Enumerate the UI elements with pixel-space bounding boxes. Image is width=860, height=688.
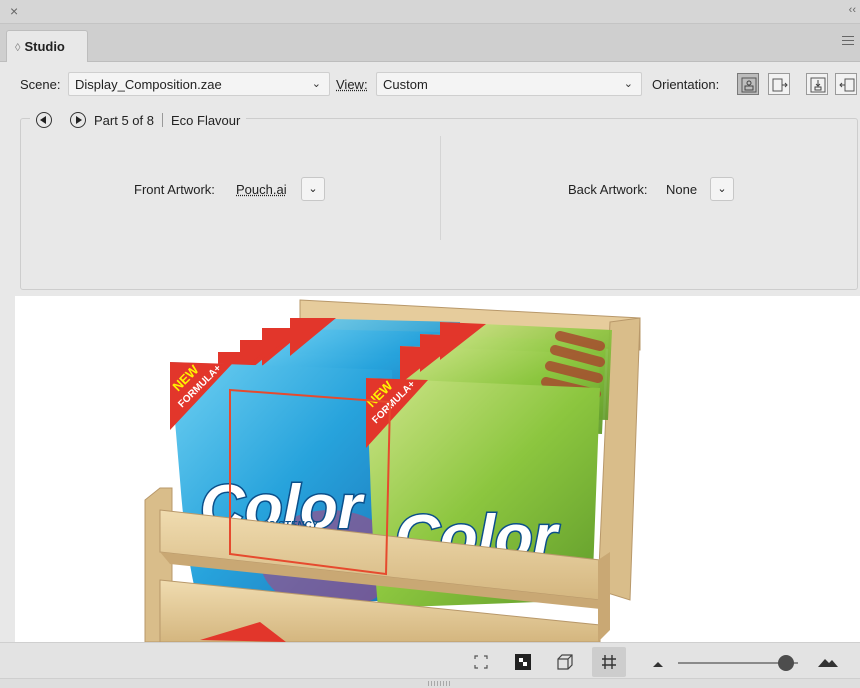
previous-icon[interactable] — [36, 112, 52, 128]
zoom-out-icon[interactable] — [651, 657, 665, 672]
back-artwork-dropdown[interactable]: ⌄ — [710, 177, 734, 201]
panel-titlebar: × ‹‹ — [0, 0, 860, 24]
display-render: NEW FORMULA+ Color CONSISTENCY NEW FORMU… — [144, 299, 641, 642]
part-name: Eco Flavour — [170, 112, 241, 128]
back-artwork-label: Back Artwork: — [568, 182, 648, 197]
panel-menu-icon[interactable] — [842, 36, 854, 46]
close-icon[interactable]: × — [10, 3, 18, 19]
collapse-icon[interactable]: ‹‹ — [849, 4, 856, 16]
front-artwork-value[interactable]: Pouch.ai — [236, 182, 287, 197]
next-icon[interactable] — [70, 112, 86, 128]
view-select[interactable]: Custom ⌄ — [376, 72, 642, 96]
tab-label: Studio — [24, 39, 65, 54]
tab-studio[interactable]: ◊ Studio — [6, 30, 88, 62]
orientation-label: Orientation: — [652, 77, 720, 92]
tab-drag-icon: ◊ — [15, 42, 21, 54]
zoom-in-icon[interactable] — [817, 655, 839, 672]
back-artwork-value: None — [666, 182, 698, 197]
part-group — [20, 118, 858, 290]
separator — [161, 113, 163, 127]
front-artwork-label: Front Artwork: — [134, 182, 215, 197]
view-label: View: — [336, 77, 368, 92]
scene-value: Display_Composition.zae — [75, 77, 222, 92]
orientation-front-icon[interactable] — [737, 73, 759, 95]
scene-row: Scene: Display_Composition.zae ⌄ View: C… — [0, 70, 860, 98]
chevron-down-icon: ⌄ — [311, 78, 321, 90]
part-navigator: Part 5 of 8 Eco Flavour — [30, 110, 247, 130]
zoom-slider-thumb[interactable] — [778, 655, 794, 671]
view-value: Custom — [383, 77, 428, 92]
box-corner — [598, 552, 610, 642]
chevron-down-icon: ⌄ — [623, 78, 633, 90]
scene-label: Scene: — [20, 77, 61, 92]
fit-view-icon[interactable] — [470, 651, 492, 673]
artwork-divider — [440, 136, 441, 240]
orientation-top-icon[interactable] — [806, 73, 828, 95]
orientation-left-icon[interactable] — [835, 73, 857, 95]
box-view-icon[interactable] — [554, 651, 576, 673]
part-position: Part 5 of 8 — [94, 112, 154, 128]
tab-bar: ◊ Studio — [0, 24, 860, 62]
viewport-toolbar — [0, 642, 860, 678]
scene-select[interactable]: Display_Composition.zae ⌄ — [68, 72, 330, 96]
front-artwork-dropdown[interactable]: ⌄ — [301, 177, 325, 201]
chevron-down-icon: ⌄ — [717, 183, 727, 195]
resize-grip[interactable] — [428, 681, 452, 686]
panel-resize-bar — [0, 678, 860, 688]
orientation-right-icon[interactable] — [768, 73, 790, 95]
3d-viewport[interactable]: NEW FORMULA+ Color CONSISTENCY NEW FORMU… — [15, 296, 860, 642]
chevron-down-icon: ⌄ — [308, 183, 318, 195]
grid-icon[interactable] — [592, 647, 626, 677]
texture-icon[interactable] — [512, 651, 534, 673]
